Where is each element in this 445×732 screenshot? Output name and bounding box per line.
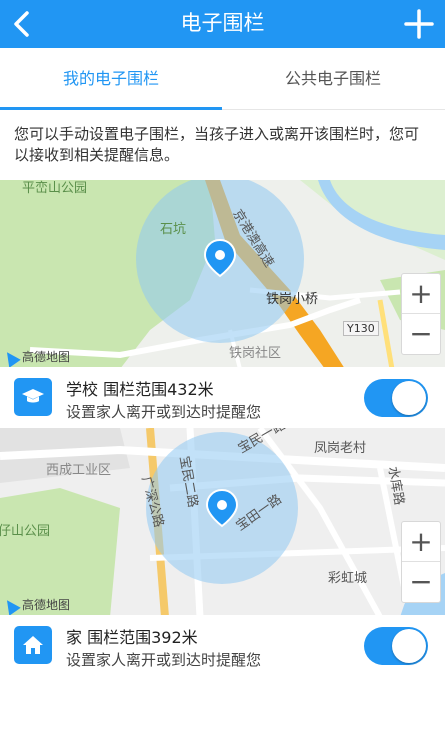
fence-subtitle: 设置家人离开或到达时提醒您 <box>66 651 262 669</box>
fence-title: 家 围栏范围392米 <box>66 628 198 647</box>
map-background <box>0 180 445 369</box>
zoom-in-button[interactable]: + <box>402 522 440 562</box>
school-fence-map[interactable]: 平峦山公园 石坑 京港澳高速 铁岗小桥 Y130 铁岗社区 高德地图 + − <box>0 180 445 369</box>
map-label-rainbow-city: 彩虹城 <box>328 571 368 586</box>
zoom-control: + − <box>401 521 441 603</box>
tab-bar: 我的电子围栏 公共电子围栏 <box>0 48 445 110</box>
zoom-out-button[interactable]: − <box>402 562 440 602</box>
map-label-village: 凤岗老村 <box>314 441 367 456</box>
home-icon <box>23 636 43 654</box>
map-label-industrial: 西成工业区 <box>46 463 112 478</box>
description-text: 您可以手动设置电子围栏，当孩子进入或离开该围栏时，您可以接收到相关提醒信息。 <box>14 125 420 164</box>
plus-icon[interactable] <box>403 8 435 40</box>
toggle-knob <box>392 629 426 663</box>
fence-toggle[interactable] <box>364 627 428 665</box>
graduation-cap-icon <box>22 389 44 403</box>
tab-public-fences[interactable]: 公共电子围栏 <box>222 48 444 110</box>
fence-toggle[interactable] <box>364 379 428 417</box>
map-label-bridge: 铁岗小桥 <box>266 292 319 307</box>
map-background <box>0 428 445 617</box>
zoom-control: + − <box>401 273 441 355</box>
fence-item-school[interactable]: 学校 围栏范围432米 设置家人离开或到达时提醒您 <box>0 367 445 428</box>
tab-my-fences[interactable]: 我的电子围栏 <box>0 48 222 110</box>
page-title: 电子围栏 <box>180 11 265 35</box>
zoom-out-button[interactable]: − <box>402 314 440 354</box>
toggle-knob <box>392 381 426 415</box>
app-root: 电子围栏 我的电子围栏 公共电子围栏 您可以手动设置电子围栏，当孩子进入或离开该… <box>0 0 445 732</box>
top-bar: 电子围栏 <box>0 0 445 48</box>
tab-indicator <box>0 107 222 110</box>
fence-subtitle: 设置家人离开或到达时提醒您 <box>66 403 262 421</box>
fence-icon-badge <box>14 378 52 416</box>
home-fence-map[interactable]: 西成工业区 仔山公园 广深公路 宝民二路 宝田一路 宝民一路 凤岗老村 水库路 … <box>0 428 445 617</box>
fence-title: 学校 围栏范围432米 <box>66 380 214 399</box>
fence-item-home[interactable]: 家 围栏范围392米 设置家人离开或到达时提醒您 <box>0 615 445 676</box>
map-label-park: 平峦山公园 <box>22 181 88 196</box>
fence-icon-badge <box>14 626 52 664</box>
amap-logo: 高德地图 <box>1 347 70 368</box>
map-label-park: 仔山公园 <box>0 524 51 539</box>
zoom-in-button[interactable]: + <box>402 274 440 314</box>
map-label-stone: 石坑 <box>160 222 187 237</box>
map-label-road: Y130 <box>343 321 379 336</box>
map-label-community: 铁岗社区 <box>229 346 282 361</box>
amap-logo: 高德地图 <box>1 595 70 616</box>
